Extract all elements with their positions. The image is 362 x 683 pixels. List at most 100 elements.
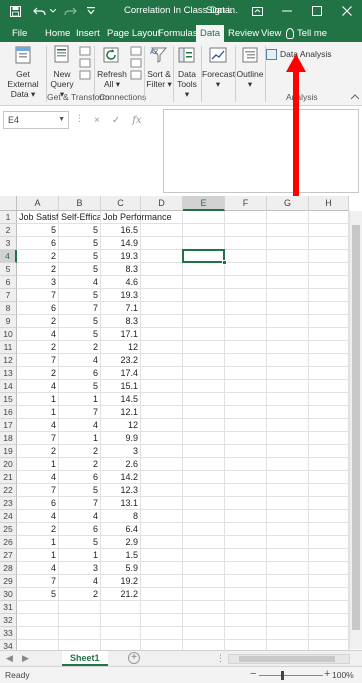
data-cell[interactable]: 1	[59, 549, 101, 562]
tab-view[interactable]: View	[257, 25, 285, 42]
empty-cell[interactable]	[225, 484, 267, 497]
empty-cell[interactable]	[183, 276, 225, 289]
empty-cell[interactable]	[309, 237, 349, 250]
empty-cell[interactable]	[183, 224, 225, 237]
data-cell[interactable]: 8.3	[101, 263, 141, 276]
empty-cell[interactable]	[267, 341, 309, 354]
data-cell[interactable]: 2	[59, 588, 101, 601]
column-header-c[interactable]: C	[101, 196, 141, 211]
empty-cell[interactable]	[183, 614, 225, 627]
refresh-all-button[interactable]: Refresh All ▾	[96, 45, 128, 89]
data-cell[interactable]: 6	[17, 497, 59, 510]
data-cell[interactable]: 2	[17, 315, 59, 328]
empty-cell[interactable]	[183, 575, 225, 588]
row-header[interactable]: 22	[0, 484, 17, 497]
row-header[interactable]: 12	[0, 354, 17, 367]
empty-cell[interactable]	[141, 289, 183, 302]
empty-cell[interactable]	[309, 406, 349, 419]
empty-cell[interactable]	[309, 484, 349, 497]
data-cell[interactable]: 5	[59, 263, 101, 276]
data-cell[interactable]: 5	[59, 328, 101, 341]
empty-cell[interactable]	[59, 601, 101, 614]
outline-button[interactable]: Outline ▾	[236, 45, 264, 89]
data-cell[interactable]: 12	[101, 419, 141, 432]
data-cell[interactable]: 6	[59, 367, 101, 380]
empty-cell[interactable]	[267, 627, 309, 640]
empty-cell[interactable]	[141, 406, 183, 419]
data-cell[interactable]: 15.1	[101, 380, 141, 393]
scroll-tabs-left-icon[interactable]: ◀	[6, 653, 13, 664]
tab-formulas[interactable]: Formulas	[154, 25, 202, 42]
column-header-f[interactable]: F	[225, 196, 267, 211]
empty-cell[interactable]	[183, 588, 225, 601]
empty-cell[interactable]	[309, 627, 349, 640]
tab-split-handle[interactable]: ⋮	[216, 653, 225, 664]
empty-cell[interactable]	[309, 562, 349, 575]
ribbon-display-options-icon[interactable]	[242, 0, 272, 22]
tab-file[interactable]: File	[8, 25, 31, 42]
data-cell[interactable]: 14.2	[101, 471, 141, 484]
empty-cell[interactable]	[267, 523, 309, 536]
data-cell[interactable]: 2	[59, 458, 101, 471]
data-cell[interactable]: 5	[59, 380, 101, 393]
empty-cell[interactable]	[141, 627, 183, 640]
empty-cell[interactable]	[183, 289, 225, 302]
empty-cell[interactable]	[225, 276, 267, 289]
data-cell[interactable]: 17.1	[101, 328, 141, 341]
data-cell[interactable]: 7	[17, 354, 59, 367]
empty-cell[interactable]	[267, 484, 309, 497]
empty-cell[interactable]	[267, 211, 309, 224]
empty-cell[interactable]	[309, 341, 349, 354]
data-cell[interactable]: 2	[17, 367, 59, 380]
data-cell[interactable]: 2	[17, 250, 59, 263]
data-cell[interactable]: 6	[59, 523, 101, 536]
empty-cell[interactable]	[225, 536, 267, 549]
undo-icon[interactable]	[32, 3, 48, 19]
data-cell[interactable]: 21.2	[101, 588, 141, 601]
data-cell[interactable]: 12.1	[101, 406, 141, 419]
empty-cell[interactable]	[141, 315, 183, 328]
empty-cell[interactable]	[141, 458, 183, 471]
data-cell[interactable]: 1	[17, 393, 59, 406]
worksheet-grid[interactable]: ABCDEFGH1Job SatisfactionSelf-EfficacyJo…	[0, 196, 362, 653]
zoom-out-icon[interactable]: −	[250, 668, 256, 680]
empty-cell[interactable]	[225, 588, 267, 601]
empty-cell[interactable]	[141, 614, 183, 627]
data-cell[interactable]: 13.1	[101, 497, 141, 510]
data-cell[interactable]: 19.3	[101, 289, 141, 302]
row-header[interactable]: 5	[0, 263, 17, 276]
data-cell[interactable]: 23.2	[101, 354, 141, 367]
data-cell[interactable]: 1	[59, 393, 101, 406]
data-cell[interactable]: 19.2	[101, 575, 141, 588]
empty-cell[interactable]	[183, 549, 225, 562]
empty-cell[interactable]	[183, 445, 225, 458]
get-external-data-button[interactable]: Get External Data ▾	[2, 45, 44, 99]
data-cell[interactable]: 7	[17, 432, 59, 445]
empty-cell[interactable]	[183, 510, 225, 523]
zoom-slider[interactable]	[259, 675, 323, 676]
empty-cell[interactable]	[309, 224, 349, 237]
row-header[interactable]: 28	[0, 562, 17, 575]
empty-cell[interactable]	[309, 367, 349, 380]
empty-cell[interactable]	[309, 211, 349, 224]
row-header[interactable]: 18	[0, 432, 17, 445]
empty-cell[interactable]	[309, 328, 349, 341]
empty-cell[interactable]	[309, 471, 349, 484]
row-header[interactable]: 24	[0, 510, 17, 523]
empty-cell[interactable]	[141, 510, 183, 523]
data-cell[interactable]: 14.9	[101, 237, 141, 250]
empty-cell[interactable]	[141, 250, 183, 263]
empty-cell[interactable]	[267, 367, 309, 380]
data-cell[interactable]: 2	[59, 341, 101, 354]
row-header[interactable]: 14	[0, 380, 17, 393]
empty-cell[interactable]	[309, 354, 349, 367]
data-cell[interactable]: 4	[59, 419, 101, 432]
data-cell[interactable]: 16.5	[101, 224, 141, 237]
header-cell[interactable]: Self-Efficacy	[59, 211, 101, 224]
empty-cell[interactable]	[183, 393, 225, 406]
data-cell[interactable]: 1	[59, 432, 101, 445]
data-cell[interactable]: 4	[17, 328, 59, 341]
empty-cell[interactable]	[267, 276, 309, 289]
undo-dropdown-icon[interactable]	[49, 3, 57, 19]
zoom-in-icon[interactable]: +	[324, 668, 330, 680]
